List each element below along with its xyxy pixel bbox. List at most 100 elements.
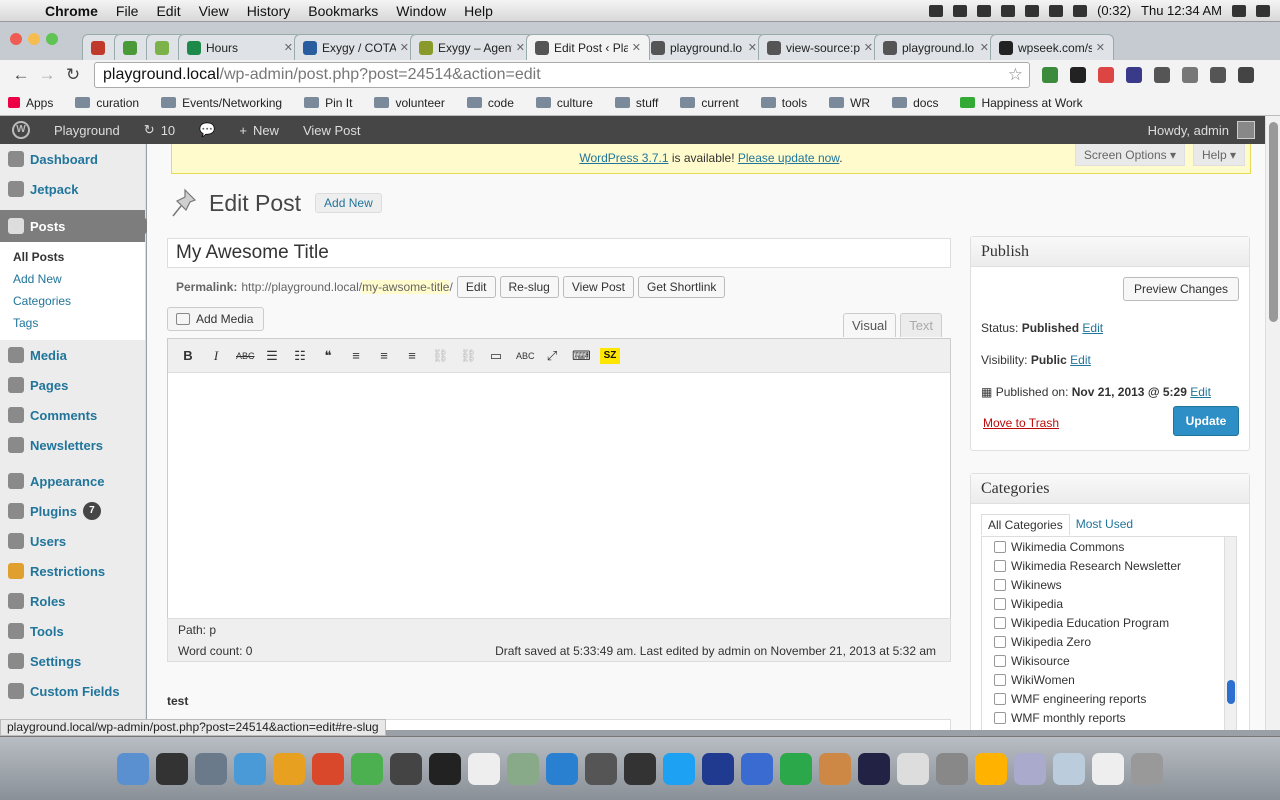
extension-icon[interactable] bbox=[1182, 67, 1198, 83]
zoom-window-button[interactable] bbox=[46, 33, 58, 45]
dock-app-icon[interactable] bbox=[429, 752, 461, 785]
reload-button[interactable]: ↻ bbox=[60, 65, 86, 85]
sidebar-item-newsletters[interactable]: Newsletters bbox=[0, 430, 145, 460]
italic-button[interactable]: I bbox=[208, 348, 224, 364]
sz-plugin-button[interactable]: SZ bbox=[600, 347, 620, 364]
menu-view[interactable]: View bbox=[190, 3, 238, 19]
insert-more-button[interactable]: ▭ bbox=[488, 348, 504, 364]
bookmark-item[interactable]: docs bbox=[892, 96, 938, 110]
dock-app-icon[interactable] bbox=[624, 752, 656, 785]
extension-buffer-icon[interactable] bbox=[1070, 67, 1086, 83]
bookmark-item[interactable]: Events/Networking bbox=[161, 96, 282, 110]
minimize-window-button[interactable] bbox=[28, 33, 40, 45]
bookmark-item[interactable]: current bbox=[680, 96, 739, 110]
view-post-button[interactable]: View Post bbox=[562, 276, 634, 298]
sidebar-item-restrictions[interactable]: Restrictions bbox=[0, 556, 145, 586]
help-button[interactable]: Help ▾ bbox=[1192, 144, 1245, 166]
dock-app-icon[interactable] bbox=[273, 752, 305, 785]
dropbox-icon[interactable] bbox=[953, 4, 968, 17]
edit-status-link[interactable]: Edit bbox=[1082, 321, 1103, 335]
align-center-button[interactable]: ≡ bbox=[376, 348, 392, 363]
category-checkbox[interactable] bbox=[994, 597, 1006, 610]
sidebar-item-dashboard[interactable]: Dashboard bbox=[0, 144, 145, 174]
wp-logo-menu[interactable]: W bbox=[0, 116, 42, 144]
add-media-button[interactable]: Add Media bbox=[167, 307, 265, 331]
edit-slug-button[interactable]: Edit bbox=[456, 276, 496, 298]
align-right-button[interactable]: ≡ bbox=[404, 348, 420, 363]
dock-app-icon[interactable] bbox=[897, 752, 929, 785]
bookmark-item[interactable]: tools bbox=[760, 96, 807, 110]
dock-app-icon[interactable] bbox=[1092, 752, 1124, 785]
extension-hand-icon[interactable] bbox=[1154, 67, 1170, 83]
category-checkbox[interactable] bbox=[994, 616, 1006, 629]
close-tab-icon[interactable]: ✕ bbox=[748, 41, 757, 54]
dock-app-icon[interactable] bbox=[390, 752, 422, 785]
dock-app-icon[interactable] bbox=[1014, 752, 1046, 785]
dock-app-icon[interactable] bbox=[468, 752, 500, 785]
dock-app-icon[interactable] bbox=[234, 752, 266, 785]
sidebar-item-media[interactable]: Media bbox=[0, 340, 145, 370]
my-account-menu[interactable]: Howdy, admin bbox=[1148, 121, 1265, 139]
browser-tab[interactable]: Hours ✕ bbox=[178, 34, 302, 60]
extension-bw-icon[interactable] bbox=[1042, 67, 1058, 83]
category-checkbox[interactable] bbox=[994, 578, 1006, 591]
screen-options-button[interactable]: Screen Options ▾ bbox=[1074, 144, 1185, 166]
bookmark-item[interactable]: curation bbox=[75, 96, 139, 110]
bookmark-item[interactable]: culture bbox=[535, 96, 593, 110]
dock-app-icon[interactable] bbox=[858, 752, 890, 785]
chrome-menu-icon[interactable] bbox=[1238, 67, 1254, 83]
sidebar-item-posts[interactable]: Posts bbox=[0, 210, 153, 242]
category-item[interactable]: Wikimedia Research Newsletter bbox=[982, 556, 1236, 575]
browser-tab[interactable]: Edit Post ‹ Play ✕ bbox=[526, 34, 650, 60]
user-icon[interactable] bbox=[1232, 4, 1246, 17]
bookmark-item[interactable]: Apps bbox=[8, 96, 53, 110]
page-scrollbar[interactable] bbox=[1265, 116, 1280, 730]
skype-status-icon[interactable] bbox=[929, 4, 944, 17]
submenu-categories[interactable]: Categories bbox=[0, 290, 145, 312]
menu-help[interactable]: Help bbox=[455, 3, 502, 19]
bookmark-item[interactable]: Pin It bbox=[304, 96, 352, 110]
close-tab-icon[interactable]: ✕ bbox=[1096, 41, 1105, 54]
category-checkbox[interactable] bbox=[994, 559, 1006, 572]
dock-app-icon[interactable] bbox=[507, 752, 539, 785]
bookmark-item[interactable]: volunteer bbox=[374, 96, 445, 110]
spellcheck-button[interactable]: ABC bbox=[516, 351, 535, 361]
sidebar-item-plugins[interactable]: Plugins 7 bbox=[0, 496, 145, 526]
browser-tab[interactable]: playground.lo ✕ bbox=[642, 34, 766, 60]
dock-app-icon[interactable] bbox=[702, 752, 734, 785]
menu-file[interactable]: File bbox=[107, 3, 148, 19]
close-tab-icon[interactable]: ✕ bbox=[864, 41, 873, 54]
category-item[interactable]: WMF monthly reports bbox=[982, 708, 1236, 727]
post-title-input[interactable] bbox=[167, 238, 951, 268]
close-window-button[interactable] bbox=[10, 33, 22, 45]
dock-app-icon[interactable] bbox=[117, 752, 149, 785]
dock-app-icon[interactable] bbox=[156, 752, 188, 785]
submenu-all-posts[interactable]: All Posts bbox=[0, 246, 145, 268]
bookmark-item[interactable]: Happiness at Work bbox=[960, 96, 1083, 110]
bookmark-item[interactable]: stuff bbox=[614, 96, 658, 110]
category-checkbox[interactable] bbox=[994, 540, 1006, 553]
bookmark-item[interactable]: WR bbox=[829, 96, 870, 110]
blockquote-button[interactable]: ❝ bbox=[320, 348, 336, 364]
pocket-icon[interactable] bbox=[1210, 67, 1226, 83]
site-name-link[interactable]: Playground bbox=[42, 116, 132, 144]
close-tab-icon[interactable]: ✕ bbox=[284, 41, 293, 54]
menu-edit[interactable]: Edit bbox=[147, 3, 189, 19]
forward-button[interactable]: → bbox=[34, 65, 60, 85]
comments-link[interactable]: 💬 bbox=[187, 116, 227, 144]
category-checkbox[interactable] bbox=[994, 692, 1006, 705]
move-to-trash-link[interactable]: Move to Trash bbox=[983, 416, 1059, 430]
new-content-link[interactable]: + New bbox=[227, 116, 291, 144]
submenu-add-new[interactable]: Add New bbox=[0, 268, 145, 290]
category-item[interactable]: Wikisource bbox=[982, 651, 1236, 670]
align-left-button[interactable]: ≡ bbox=[348, 348, 364, 363]
sidebar-item-settings[interactable]: Settings bbox=[0, 646, 145, 676]
wifi-icon[interactable] bbox=[1049, 4, 1064, 17]
numbered-list-button[interactable]: ☷ bbox=[292, 348, 308, 364]
browser-tab[interactable]: Exygy – Agent ✕ bbox=[410, 34, 534, 60]
clock[interactable]: Thu 12:34 AM bbox=[1141, 3, 1222, 18]
gmail-icon[interactable] bbox=[1098, 67, 1114, 83]
bluetooth-icon[interactable] bbox=[1025, 4, 1040, 17]
sidebar-item-comments[interactable]: Comments bbox=[0, 400, 145, 430]
dock-app-icon[interactable] bbox=[1053, 752, 1085, 785]
